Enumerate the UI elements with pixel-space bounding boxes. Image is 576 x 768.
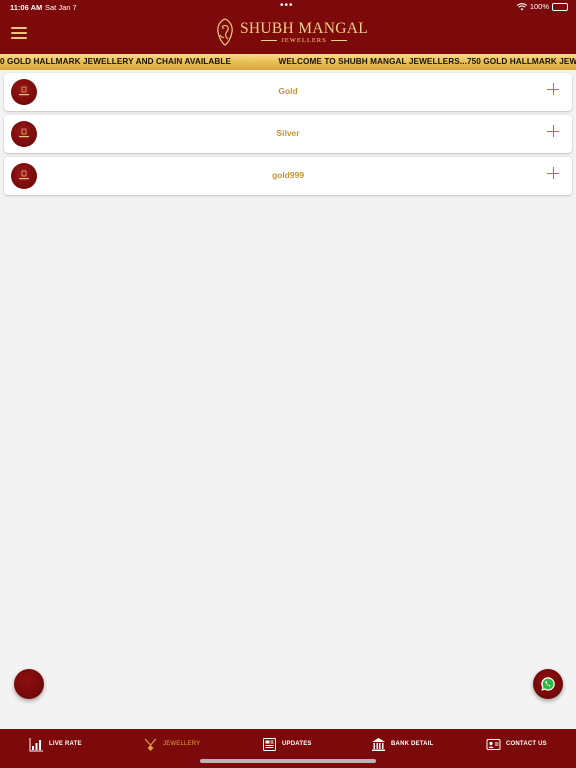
category-item-silver[interactable]: Silver	[4, 115, 572, 153]
tab-label: JEWELLERY	[163, 741, 201, 747]
status-indicators: 100%	[516, 2, 568, 11]
expand-plus-icon[interactable]	[547, 125, 559, 137]
brand-title: SHUBH MANGAL	[240, 20, 369, 37]
contact-card-icon	[486, 738, 501, 750]
brand-logo: SHUBH MANGAL JEWELLERS	[214, 16, 368, 48]
category-item-gold[interactable]: Gold	[4, 73, 572, 111]
category-list: Gold Silver gold999	[4, 73, 572, 199]
battery-percent: 100%	[529, 2, 549, 11]
brand-subtitle: JEWELLERS	[261, 37, 346, 44]
tab-contact-us[interactable]: CONTACT US	[486, 736, 547, 752]
expand-plus-icon[interactable]	[547, 83, 559, 95]
tab-label: BANK DETAIL	[391, 741, 434, 747]
expand-plus-icon[interactable]	[547, 167, 559, 179]
news-ticker: 0 GOLD HALLMARK JEWELLERY AND CHAIN AVAI…	[0, 54, 576, 70]
status-bar: 11:06 AM Sat Jan 7 ••• 100%	[0, 0, 576, 14]
hamburger-menu-button[interactable]	[11, 27, 27, 39]
whatsapp-icon	[541, 677, 555, 691]
bank-icon	[372, 737, 385, 751]
multitasking-dots-icon[interactable]: •••	[280, 0, 294, 11]
battery-icon	[552, 2, 568, 11]
app-header: 11:06 AM Sat Jan 7 ••• 100% SHUBH MANGAL…	[0, 0, 576, 54]
tab-label: UPDATES	[282, 741, 312, 747]
category-label: gold999	[271, 170, 305, 180]
wifi-icon	[516, 2, 527, 10]
floating-action-button[interactable]	[14, 669, 44, 699]
menu-line	[11, 32, 27, 34]
whatsapp-button[interactable]	[533, 669, 563, 699]
tab-jewellery[interactable]: JEWELLERY	[143, 736, 200, 752]
category-item-gold999[interactable]: gold999	[4, 157, 572, 195]
category-label: Gold	[278, 86, 298, 96]
chart-icon	[29, 737, 43, 751]
news-icon	[263, 737, 276, 751]
tab-live-rate[interactable]: LIVE RATE	[29, 736, 82, 752]
ganesha-logo-icon	[217, 18, 233, 46]
category-label: Silver	[276, 128, 300, 138]
status-time: 11:06 AM	[10, 3, 43, 12]
jewellery-icon	[144, 738, 157, 751]
menu-line	[11, 27, 27, 29]
status-date: Sat Jan 7	[45, 3, 77, 12]
tab-bank-detail[interactable]: BANK DETAIL	[371, 736, 433, 752]
tab-label: CONTACT US	[506, 741, 547, 747]
tab-label: LIVE RATE	[49, 741, 82, 747]
ticker-text: 0 GOLD HALLMARK JEWELLERY AND CHAIN AVAI…	[0, 57, 576, 66]
menu-line	[11, 37, 27, 39]
tab-updates[interactable]: UPDATES	[262, 736, 312, 752]
home-indicator[interactable]	[200, 759, 376, 763]
